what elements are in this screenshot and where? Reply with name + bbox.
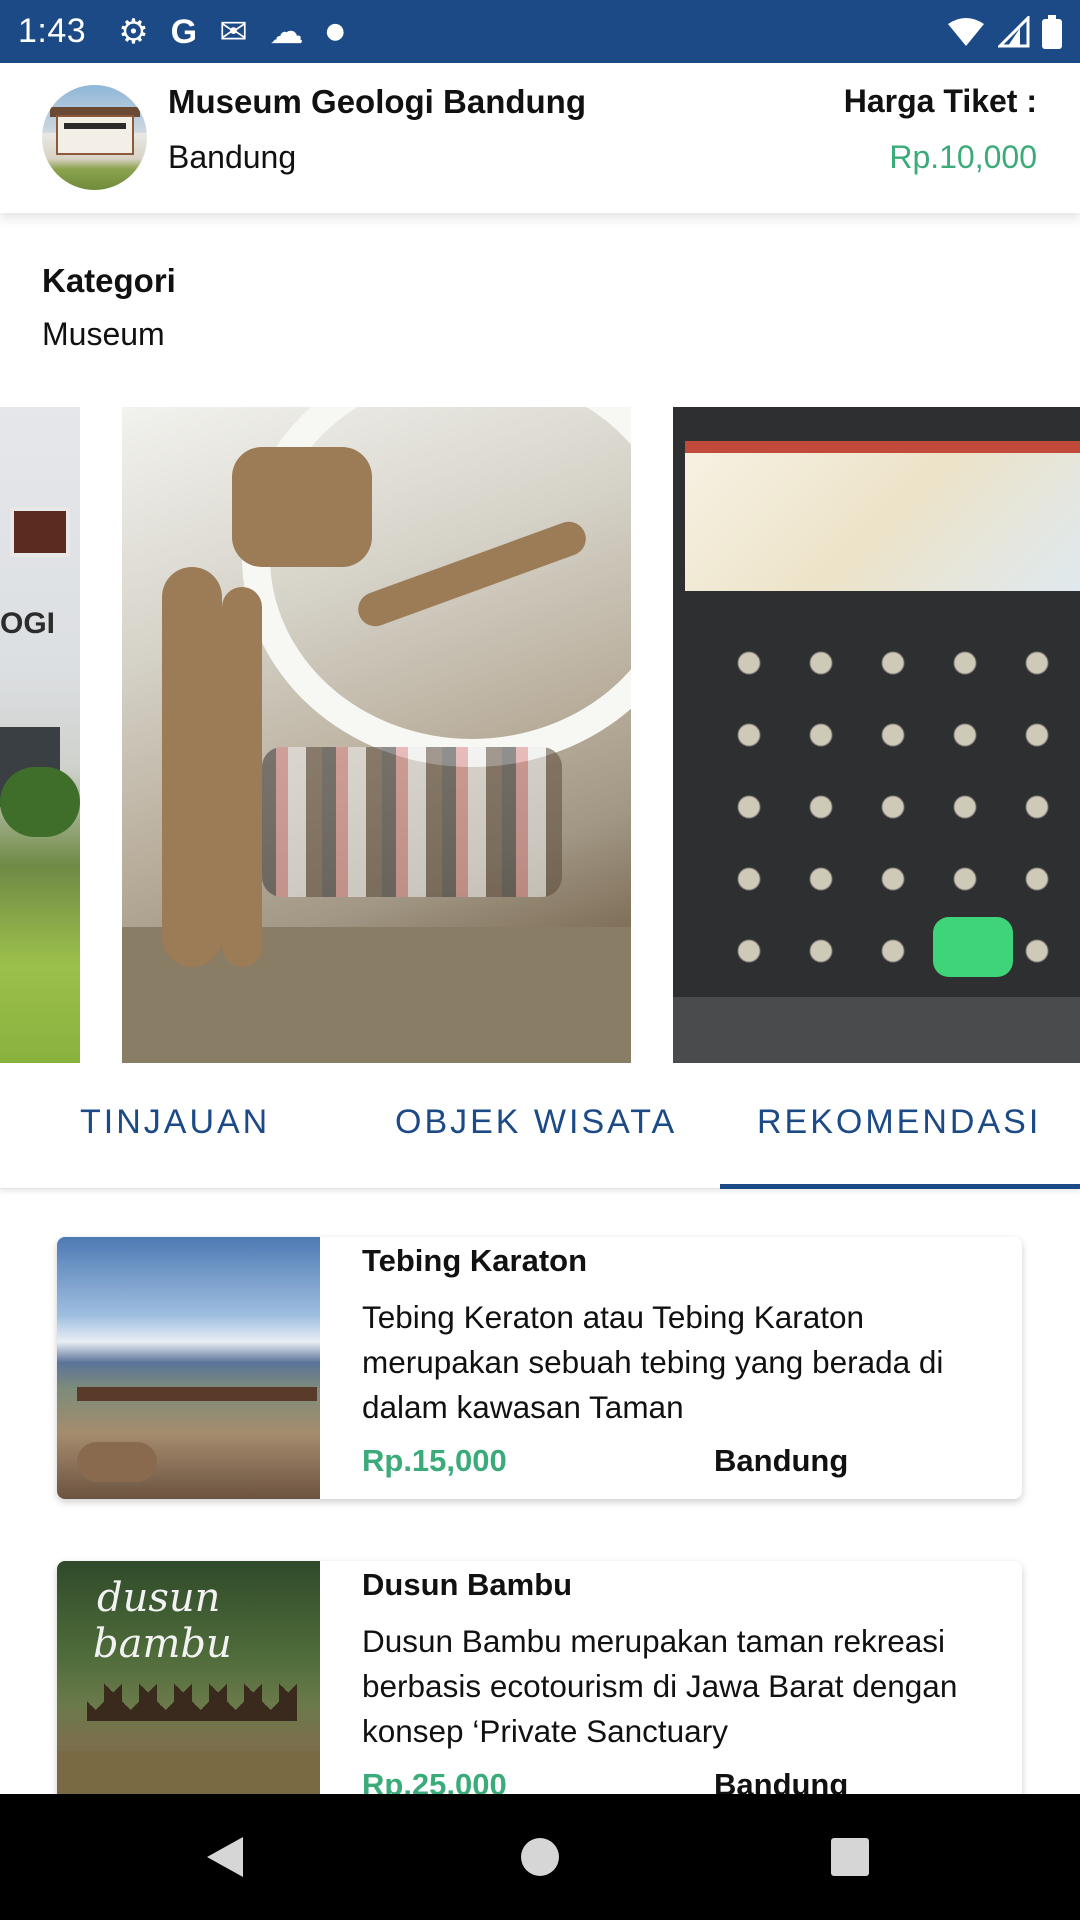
recommendation-thumbnail xyxy=(57,1237,320,1499)
recommendation-title: Tebing Karaton xyxy=(362,1243,588,1278)
status-notification-icons: ⚙ G ✉ ☁ ● xyxy=(118,15,345,49)
wifi-icon xyxy=(948,17,984,46)
gmail-icon: ✉ xyxy=(219,11,248,52)
system-navigation-bar xyxy=(0,1794,1080,1920)
recommendation-price: Rp.25,000 xyxy=(362,1767,507,1794)
attraction-header: Museum Geologi Bandung Bandung Harga Tik… xyxy=(0,63,1080,213)
signal-icon xyxy=(998,15,1030,47)
recommendation-title: Dusun Bambu xyxy=(362,1567,573,1602)
recommendation-description: Dusun Bambu merupakan taman rekreasi ber… xyxy=(362,1623,958,1749)
recommendation-city: Bandung xyxy=(714,1443,849,1478)
recommendation-thumbnail: dusun bambu xyxy=(57,1561,320,1794)
recommendation-price: Rp.15,000 xyxy=(362,1443,507,1478)
home-icon[interactable] xyxy=(521,1838,559,1876)
category-label: Kategori xyxy=(42,262,176,299)
tab-objek-wisata[interactable]: OBJEK WISATA xyxy=(395,1103,677,1142)
ticket-price-label: Harga Tiket : xyxy=(843,83,1037,119)
cloud-icon: ☁ xyxy=(269,11,304,52)
recommendation-description: Tebing Keraton atau Tebing Karaton merup… xyxy=(362,1299,944,1425)
recommendation-list[interactable]: Tebing Karaton Tebing Keraton atau Tebin… xyxy=(0,1189,1080,1794)
recommendation-card[interactable]: dusun bambu Dusun Bambu Dusun Bambu meru… xyxy=(57,1561,1022,1794)
tab-bar: TINJAUAN OBJEK WISATA REKOMENDASI xyxy=(0,1063,1080,1189)
museum-facade-photo[interactable]: OGI xyxy=(0,407,80,1063)
recent-apps-icon[interactable] xyxy=(831,1838,869,1876)
attraction-city: Bandung xyxy=(168,139,297,175)
thumbnail-logo-text: bambu xyxy=(93,1621,232,1667)
status-system-icons xyxy=(946,14,1062,49)
tab-tinjauan[interactable]: TINJAUAN xyxy=(80,1103,270,1142)
recommendation-card[interactable]: Tebing Karaton Tebing Keraton atau Tebin… xyxy=(57,1237,1022,1499)
status-bar: 1:43 ⚙ G ✉ ☁ ● xyxy=(0,0,1080,63)
back-icon[interactable] xyxy=(207,1837,243,1877)
ticket-price: Rp.10,000 xyxy=(889,139,1037,175)
mammoth-skeleton-photo[interactable] xyxy=(122,407,631,1063)
attraction-title: Museum Geologi Bandung xyxy=(168,83,586,120)
status-time: 1:43 xyxy=(18,12,87,50)
recommendation-city: Bandung xyxy=(714,1767,849,1794)
tab-rekomendasi[interactable]: REKOMENDASI xyxy=(757,1103,1041,1142)
facade-sign-text: OGI xyxy=(0,607,56,640)
photo-gallery[interactable]: OGI xyxy=(0,407,1080,1063)
gear-icon: ⚙ xyxy=(118,11,149,52)
category-value: Museum xyxy=(42,316,165,352)
google-icon: G xyxy=(170,12,198,51)
dot-icon: ● xyxy=(325,18,345,44)
thumbnail-logo-text: dusun xyxy=(97,1575,221,1621)
battery-icon xyxy=(1042,14,1062,49)
mineral-display-photo[interactable] xyxy=(673,407,1080,1063)
attraction-avatar xyxy=(42,85,147,190)
